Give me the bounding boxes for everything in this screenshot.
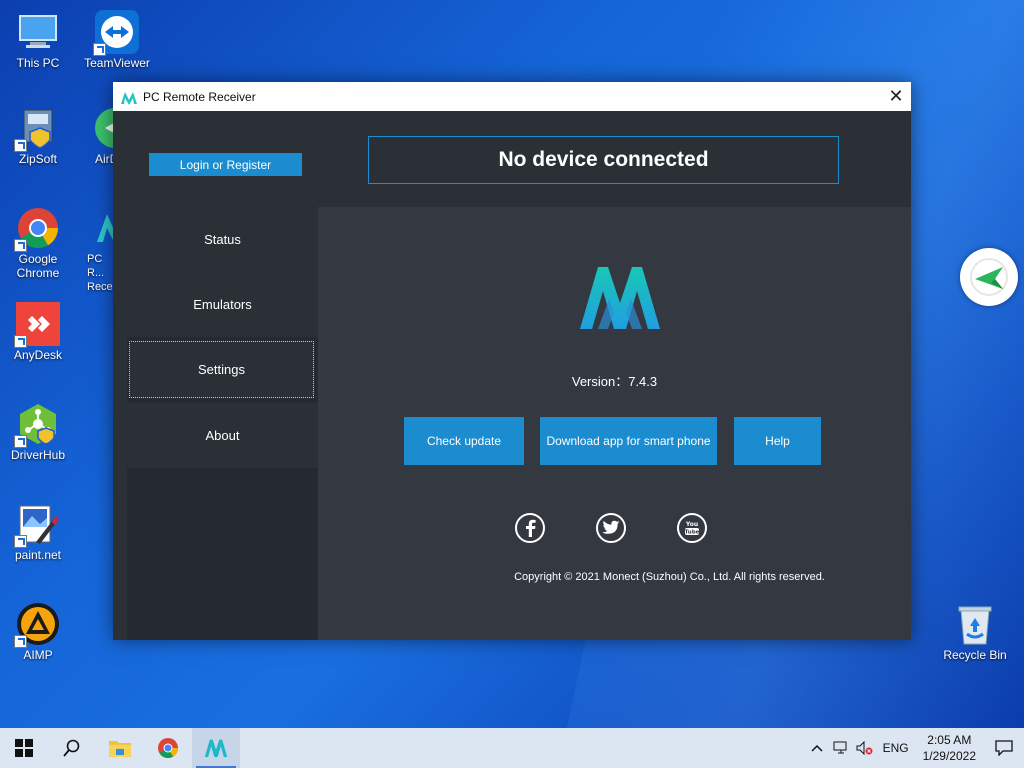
desktop-icon-recycle-bin[interactable]: Recycle Bin	[937, 602, 1013, 662]
driverhub-icon	[14, 402, 60, 448]
sidebar-item-emulators[interactable]: Emulators	[127, 272, 318, 337]
pc-remote-receiver-window: PC Remote Receiver ✕ Login or Register N…	[113, 82, 911, 640]
aimp-icon	[14, 602, 60, 648]
chrome-taskbar-icon[interactable]	[144, 728, 192, 768]
shortcut-arrow-icon	[14, 139, 27, 152]
shortcut-arrow-icon	[14, 535, 27, 548]
desktop-icon-label: AnyDesk	[13, 348, 63, 362]
close-icon[interactable]: ✕	[881, 82, 911, 111]
desktop-icon-label: paint.net	[14, 548, 62, 562]
paint-net-icon	[14, 502, 60, 548]
language-indicator[interactable]: ENG	[877, 741, 915, 755]
title-bar[interactable]: PC Remote Receiver ✕	[113, 82, 911, 111]
desktop-icon-label: DriverHub	[10, 448, 65, 462]
desktop-icon-label: TeamViewer	[84, 56, 150, 70]
window-title: PC Remote Receiver	[143, 89, 256, 104]
recycle-bin-icon	[953, 602, 997, 646]
desktop-icon-paint-net[interactable]: paint.net	[0, 502, 76, 562]
desktop-icon-zipsoft[interactable]: ZipSoft	[0, 106, 76, 166]
teamviewer-icon	[93, 10, 139, 56]
airdroid-floating-widget[interactable]	[960, 248, 1018, 306]
check-update-button[interactable]: Check update	[404, 417, 524, 465]
clock-time: 2:05 AM	[927, 733, 972, 747]
notification-icon[interactable]	[984, 728, 1024, 768]
desktop-icon-label: Google Chrome	[16, 252, 60, 280]
shortcut-arrow-icon	[14, 435, 27, 448]
youtube-icon[interactable]: You Tube	[677, 513, 707, 543]
desktop-icon-pc-remote[interactable]: PC R... Rece...	[79, 206, 113, 294]
sidebar-item-settings[interactable]: Settings	[129, 341, 314, 398]
svg-text:You: You	[685, 521, 698, 528]
search-icon[interactable]	[48, 728, 96, 768]
volume-muted-icon[interactable]	[853, 728, 877, 768]
desktop-icon-aimp[interactable]: AIMP	[0, 602, 76, 662]
download-app-button[interactable]: Download app for smart phone	[540, 417, 717, 465]
monitor-icon	[16, 10, 60, 54]
clock[interactable]: 2:05 AM 1/29/2022	[915, 732, 984, 764]
connection-status-box: No device connected	[368, 136, 839, 184]
desktop-icon-google-chrome[interactable]: Google Chrome	[0, 206, 76, 280]
version-text: Version：7.4.3	[571, 374, 658, 389]
help-button[interactable]: Help	[734, 417, 821, 465]
start-button[interactable]	[0, 728, 48, 768]
clock-date: 1/29/2022	[922, 749, 976, 763]
network-icon[interactable]	[829, 728, 853, 768]
anydesk-icon	[14, 302, 60, 348]
desktop-icon-label: AirD	[95, 152, 113, 166]
svg-text:Tube: Tube	[685, 530, 700, 536]
sidebar-item-status[interactable]: Status	[127, 207, 318, 272]
pc-remote-logo-icon	[121, 90, 137, 105]
desktop-icon-label: This PC	[16, 56, 60, 70]
pc-remote-icon	[93, 206, 113, 250]
desktop-icon-label: AIMP	[23, 648, 53, 662]
sidebar: Status Emulators Settings About	[127, 207, 318, 640]
desktop-icon-teamviewer[interactable]: TeamViewer	[79, 10, 155, 70]
desktop-icon-label: PC R... Rece...	[87, 253, 113, 293]
installer-icon	[14, 106, 60, 152]
pc-remote-taskbar-icon[interactable]	[192, 728, 240, 768]
desktop-icon-label: Recycle Bin	[943, 648, 1007, 662]
desktop-icon-aird[interactable]: AirD	[79, 106, 113, 166]
window-body: Login or Register No device connected St…	[113, 111, 911, 640]
desktop-icon-this-pc[interactable]: This PC	[0, 10, 76, 70]
copyright-text: Copyright © 2021 Monect (Suzhou) Co., Lt…	[514, 571, 825, 583]
shortcut-arrow-icon	[93, 43, 106, 56]
windows-logo-icon	[15, 739, 33, 757]
desktop-icon-driverhub[interactable]: DriverHub	[0, 402, 76, 462]
chrome-icon	[14, 206, 60, 252]
sidebar-item-about[interactable]: About	[127, 403, 318, 468]
shortcut-arrow-icon	[14, 635, 27, 648]
chevron-up-icon[interactable]	[805, 728, 829, 768]
desktop-icon-label: ZipSoft	[18, 152, 57, 166]
file-explorer-icon[interactable]	[96, 728, 144, 768]
twitter-icon[interactable]	[596, 513, 626, 543]
shortcut-arrow-icon	[14, 239, 27, 252]
desktop-icon-anydesk[interactable]: AnyDesk	[0, 302, 76, 362]
send-arrow-icon	[970, 258, 1008, 296]
system-tray: ENG 2:05 AM 1/29/2022	[805, 728, 1024, 768]
airdroid-icon	[93, 106, 113, 150]
monect-logo-icon	[580, 265, 660, 329]
facebook-icon[interactable]	[515, 513, 545, 543]
shortcut-arrow-icon	[14, 335, 27, 348]
main-content: Version：7.4.3 Check update Download app …	[318, 207, 911, 640]
login-register-button[interactable]: Login or Register	[149, 153, 302, 176]
taskbar: ENG 2:05 AM 1/29/2022	[0, 728, 1024, 768]
